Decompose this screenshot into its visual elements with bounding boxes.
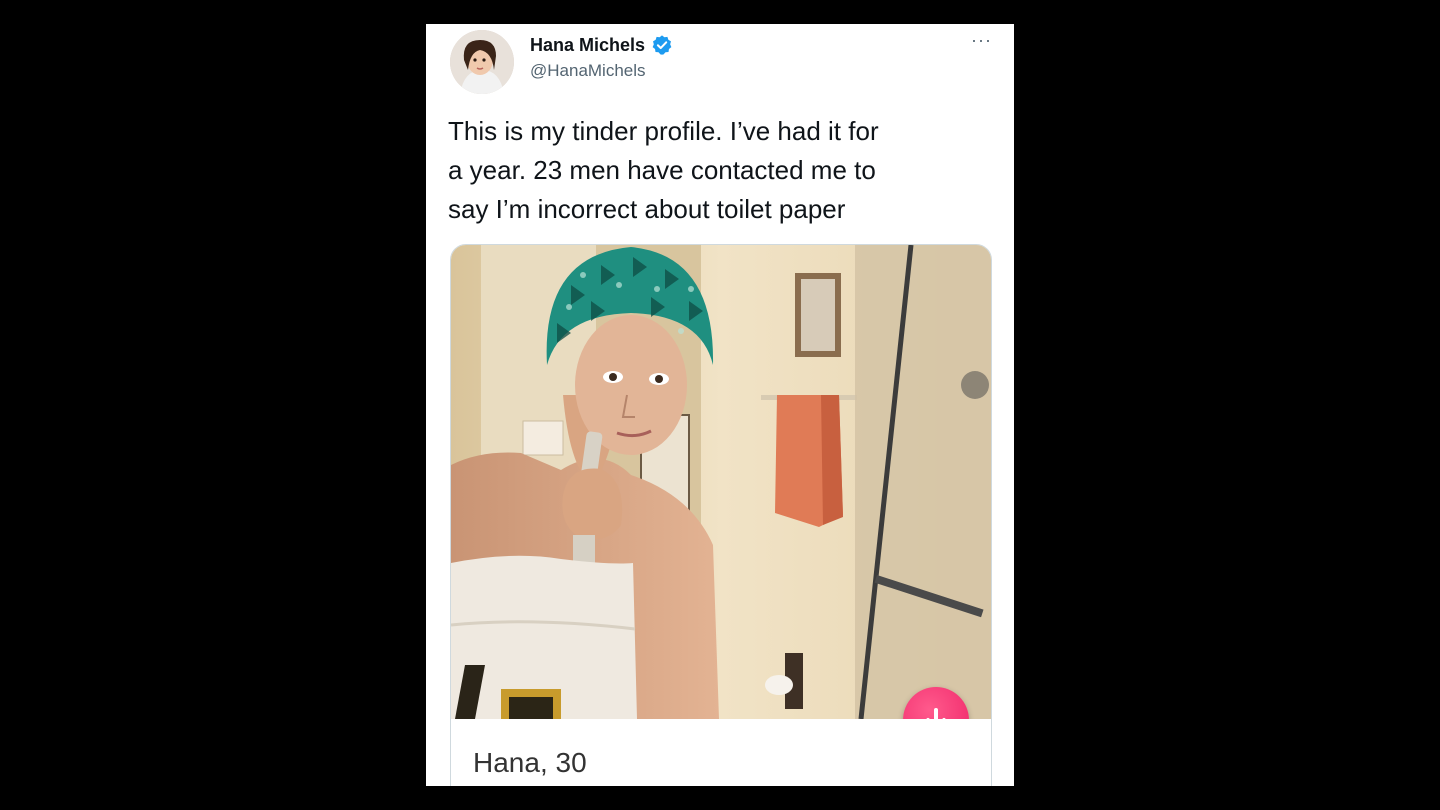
tweet-text: This is my tinder profile. I’ve had it f… <box>448 116 879 224</box>
tweet-card: Hana Michels @HanaMichels ··· This is my… <box>426 24 1014 786</box>
profile-photo <box>451 245 991 719</box>
display-name[interactable]: Hana Michels <box>530 35 645 56</box>
avatar[interactable] <box>450 30 514 94</box>
tweet-media[interactable]: Hana, 30 <box>450 244 992 786</box>
more-options-button[interactable]: ··· <box>971 30 992 51</box>
profile-caption-bar: Hana, 30 <box>451 719 991 786</box>
verified-badge-icon <box>651 34 673 56</box>
profile-name-age: Hana, 30 <box>473 747 587 778</box>
handle[interactable]: @HanaMichels <box>530 61 646 81</box>
author-row: Hana Michels <box>530 34 673 56</box>
